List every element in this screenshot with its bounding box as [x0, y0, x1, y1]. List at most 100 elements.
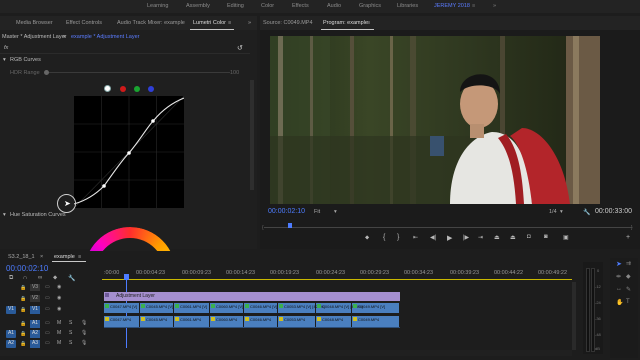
fit-dropdown[interactable]: Fit — [314, 209, 320, 215]
mark-out-icon[interactable]: } — [397, 234, 399, 241]
camera-icon[interactable]: ◙ — [544, 234, 548, 240]
workspace-editing[interactable]: Editing — [227, 3, 244, 9]
nest-icon[interactable]: ⧉ — [9, 275, 13, 282]
linked-selection-icon[interactable]: ∞ — [38, 275, 42, 281]
timeline-tab-example[interactable]: example — [54, 254, 75, 260]
timeline-vertical-scrollbar[interactable] — [572, 282, 576, 350]
track-select-tool-icon[interactable]: ⇉ — [626, 260, 631, 267]
blue-channel-button[interactable] — [148, 86, 154, 92]
step-forward-icon[interactable]: |▶ — [463, 234, 469, 241]
hand-tool-icon[interactable]: ✋ — [616, 299, 623, 306]
work-area-bar[interactable] — [102, 279, 572, 280]
a1-clip[interactable]: C0047.MP4 — [104, 316, 140, 327]
chevron-down-icon[interactable]: ▾ — [3, 57, 6, 63]
v1-clip[interactable]: C0049.MP4 [V] — [352, 303, 400, 313]
sync-lock-icon[interactable]: ▭ — [45, 320, 50, 326]
rgb-curves-label[interactable]: RGB Curves — [10, 57, 41, 63]
pen-tool-icon[interactable]: ✎ — [626, 286, 631, 293]
v1-clip[interactable]: C0048.MP4 [V] [425%] — [316, 303, 363, 313]
sync-lock-icon[interactable]: ▭ — [45, 295, 50, 301]
track-label-a1[interactable]: A1 — [30, 320, 40, 328]
ripple-edit-tool-icon[interactable]: ⇹ — [616, 273, 621, 280]
panel-scrollbar[interactable] — [250, 80, 254, 190]
master-clip-label[interactable]: Master * Adjustment Layer — [2, 34, 67, 40]
fx-label[interactable]: fx — [4, 45, 8, 51]
solo-button[interactable]: S — [69, 340, 72, 346]
panel-menu-icon[interactable]: ≡ — [228, 20, 231, 26]
timeline-tab-s3[interactable]: S3.2_18_1 — [8, 254, 35, 260]
wrench-icon[interactable]: 🔧 — [583, 209, 590, 216]
tab-effect-controls[interactable]: Effect Controls — [66, 20, 102, 26]
workspace-jeremy-2018[interactable]: JEREMY 2018 — [434, 3, 470, 9]
adjustment-layer-clip[interactable]: Adjustment Layer — [104, 292, 400, 301]
mute-button[interactable]: M — [57, 320, 61, 326]
lock-icon[interactable]: 🔒 — [20, 321, 26, 327]
playhead-marker[interactable] — [288, 223, 292, 228]
chevron-down-icon[interactable]: ▾ — [63, 34, 66, 40]
go-to-in-icon[interactable]: ⇤ — [413, 234, 418, 241]
v1-clip[interactable]: C0061.MP4 [V] — [174, 303, 210, 313]
v1-clip[interactable]: C0047.MP4 [V] — [104, 303, 140, 313]
solo-button[interactable]: S — [69, 330, 72, 336]
solo-button[interactable]: S — [69, 320, 72, 326]
playhead-track[interactable] — [264, 227, 632, 228]
a1-clip[interactable]: C0046.MP4 — [244, 316, 278, 327]
curve-point[interactable] — [127, 151, 131, 155]
wrench-icon[interactable]: 🔧 — [68, 275, 75, 282]
mute-button[interactable]: M — [57, 330, 61, 336]
mark-in-icon[interactable]: { — [383, 234, 385, 241]
sync-lock-icon[interactable]: ▭ — [45, 340, 50, 346]
tab-source[interactable]: Source: C0049.MP4 — [263, 20, 313, 26]
workspace-menu-icon[interactable]: ≡ — [472, 3, 475, 9]
lock-icon[interactable]: 🔒 — [20, 331, 26, 337]
double-chevron-right-icon[interactable]: » — [248, 20, 251, 26]
track-label-v2[interactable]: V2 — [30, 295, 40, 302]
lock-icon[interactable]: 🔒 — [20, 285, 26, 291]
chevron-down-icon[interactable]: ▾ — [3, 212, 6, 218]
hdr-range-slider[interactable] — [46, 72, 230, 73]
workspace-assembly[interactable]: Assembly — [186, 3, 210, 9]
go-to-out-icon[interactable]: ⇥ — [478, 234, 483, 241]
hue-saturation-curves-label[interactable]: Hue Saturation Curves — [10, 212, 66, 218]
curve-point[interactable] — [151, 119, 155, 123]
microphone-icon[interactable]: 🎙 — [81, 330, 87, 336]
workspace-graphics[interactable]: Graphics — [359, 3, 381, 9]
a1-clip[interactable]: C0060.MP4 — [210, 316, 244, 327]
track-label-v1[interactable]: V1 — [30, 306, 40, 314]
source-patch-a1[interactable]: A1 — [6, 330, 16, 338]
tab-audio-track-mixer[interactable]: Audio Track Mixer: example — [117, 20, 185, 26]
workspace-color[interactable]: Color — [261, 3, 274, 9]
double-chevron-right-icon[interactable]: » — [493, 3, 496, 9]
tab-media-browser[interactable]: Media Browser — [16, 20, 53, 26]
marker-icon[interactable]: ⬥ — [365, 235, 369, 242]
green-channel-button[interactable] — [134, 86, 140, 92]
eye-icon[interactable]: ◉ — [57, 306, 61, 312]
track-label-a3[interactable]: A3 — [30, 340, 40, 348]
workspace-audio[interactable]: Audio — [327, 3, 341, 9]
lock-icon[interactable]: 🔒 — [20, 341, 26, 347]
a1-clip[interactable]: C0061.MP4 — [174, 316, 210, 327]
extract-icon[interactable]: ⏏ — [510, 234, 516, 241]
sync-lock-icon[interactable]: ▭ — [45, 306, 50, 312]
add-button-icon[interactable]: + — [626, 234, 630, 241]
v1-clip[interactable]: C0045.MP4 [V] — [140, 303, 174, 313]
workspace-learning[interactable]: Learning — [147, 3, 168, 9]
a1-clip[interactable]: C0053.MP4 — [278, 316, 316, 327]
eye-icon[interactable]: ◉ — [57, 295, 61, 301]
program-timecode[interactable]: 00:00:02:10 — [268, 208, 305, 215]
timeline-horizontal-scrollbar[interactable] — [0, 350, 572, 356]
lift-icon[interactable]: ⏏ — [494, 234, 500, 241]
comparison-view-icon[interactable]: ▣ — [563, 234, 569, 241]
sync-lock-icon[interactable]: ▭ — [45, 284, 50, 290]
eye-icon[interactable]: ◉ — [57, 284, 61, 290]
curve-point[interactable] — [102, 184, 106, 188]
source-patch-a2[interactable]: A2 — [6, 340, 16, 348]
reset-icon[interactable]: ↺ — [237, 44, 243, 52]
add-marker-icon[interactable]: ⬥ — [53, 275, 57, 282]
a1-clip[interactable]: C0049.MP4 — [352, 316, 400, 327]
play-icon[interactable]: ▶ — [447, 234, 452, 242]
slip-tool-icon[interactable]: ↔ — [616, 286, 622, 292]
workspace-effects[interactable]: Effects — [292, 3, 309, 9]
sync-lock-icon[interactable]: ▭ — [45, 330, 50, 336]
panel-menu-icon[interactable]: ≡ — [78, 254, 81, 260]
